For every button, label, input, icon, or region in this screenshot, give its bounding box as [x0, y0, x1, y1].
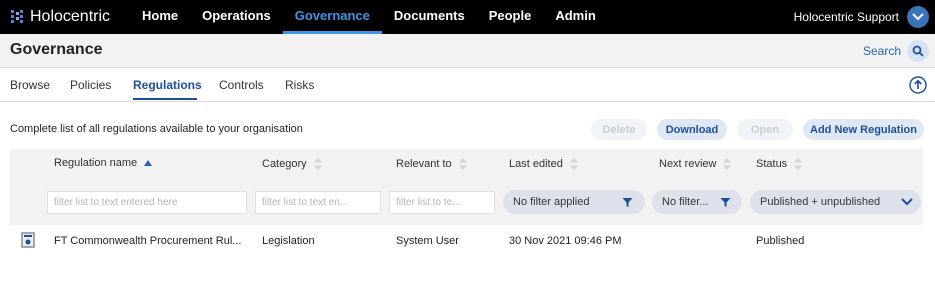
cell-relevant-to: System User — [396, 235, 459, 247]
search-link[interactable]: Search — [863, 44, 901, 58]
nav-admin[interactable]: Admin — [543, 0, 607, 34]
open-button[interactable]: Open — [737, 119, 793, 140]
download-button[interactable]: Download — [657, 119, 727, 140]
last-edited-filter[interactable]: No filter applied — [503, 190, 645, 214]
next-review-filter[interactable]: No filter... — [652, 190, 742, 214]
holocentric-logo-icon — [11, 10, 23, 23]
tab-controls[interactable]: Controls — [219, 78, 264, 92]
chevron-down-icon — [912, 13, 924, 21]
sort-ascending-icon — [144, 160, 153, 166]
column-header-last-edited[interactable]: Last edited — [509, 157, 579, 171]
category-filter-input[interactable]: filter list to text en... — [255, 191, 381, 214]
active-tab-indicator — [133, 98, 197, 100]
brand-name: Holocentric — [30, 8, 111, 25]
nav-governance[interactable]: Governance — [282, 0, 382, 34]
nav-home[interactable]: Home — [130, 0, 190, 34]
sort-icon — [458, 158, 467, 170]
column-label: Last edited — [509, 158, 563, 170]
column-header-next-review[interactable]: Next review — [659, 157, 732, 171]
filter-value: No filter applied — [513, 196, 590, 208]
list-description: Complete list of all regulations availab… — [10, 123, 303, 135]
cell-category: Legislation — [262, 235, 315, 247]
column-header-relevant-to[interactable]: Relevant to — [396, 157, 468, 171]
name-filter-input[interactable]: filter list to text entered here — [47, 191, 247, 214]
user-name: Holocentric Support — [793, 10, 899, 24]
column-label: Regulation name — [54, 157, 138, 169]
sort-icon — [313, 158, 322, 170]
regulation-document-icon — [21, 232, 35, 248]
chevron-down-icon — [901, 198, 913, 206]
filter-value: No filter... — [662, 196, 709, 208]
sort-icon — [794, 158, 803, 170]
nav-operations[interactable]: Operations — [190, 0, 283, 34]
column-label: Status — [756, 158, 788, 170]
user-menu-button[interactable] — [907, 6, 929, 28]
sort-icon — [723, 158, 732, 170]
column-header-regulation-name[interactable]: Regulation name — [54, 157, 153, 169]
tab-risks[interactable]: Risks — [285, 78, 314, 92]
filter-icon — [622, 198, 633, 207]
tab-regulations[interactable]: Regulations — [133, 78, 202, 92]
page-title: Governance — [10, 41, 103, 58]
relevant-to-filter-input[interactable]: filter list to te... — [389, 191, 495, 214]
nav-documents[interactable]: Documents — [382, 0, 477, 34]
upload-icon[interactable] — [909, 76, 927, 94]
filter-value: Published + unpublished — [760, 196, 881, 208]
delete-button[interactable]: Delete — [591, 119, 647, 140]
top-navigation-bar: Holocentric Home Operations Governance D… — [0, 0, 935, 34]
column-header-status[interactable]: Status — [756, 157, 803, 171]
page-header: Governance Search — [0, 34, 935, 68]
cell-status: Published — [756, 235, 805, 247]
column-label: Relevant to — [396, 158, 452, 170]
tab-browse[interactable]: Browse — [10, 78, 50, 92]
cell-last-edited: 30 Nov 2021 09:46 PM — [509, 235, 622, 247]
brand-logo[interactable]: Holocentric — [10, 7, 110, 27]
search-button[interactable] — [907, 40, 929, 62]
main-nav: Home Operations Governance Documents Peo… — [130, 0, 608, 34]
nav-people[interactable]: People — [477, 0, 544, 34]
column-label: Next review — [659, 158, 717, 170]
user-menu[interactable]: Holocentric Support — [794, 5, 929, 29]
search-icon — [912, 45, 924, 57]
filter-icon — [720, 198, 731, 207]
column-header-category[interactable]: Category — [262, 157, 323, 171]
table-row[interactable]: FT Commonwealth Procurement Rul... Legis… — [10, 225, 923, 255]
regulations-grid: Regulation name Category Relevant to Las… — [10, 149, 923, 278]
column-label: Category — [262, 158, 307, 170]
grid-header: Regulation name Category Relevant to Las… — [10, 149, 923, 225]
status-filter-select[interactable]: Published + unpublished — [750, 190, 921, 214]
add-new-regulation-button[interactable]: Add New Regulation — [803, 119, 924, 140]
cell-regulation-name[interactable]: FT Commonwealth Procurement Rul... — [54, 235, 241, 247]
section-tabs: Browse Policies Regulations Controls Ris… — [0, 68, 935, 102]
tab-policies[interactable]: Policies — [70, 78, 111, 92]
sort-icon — [569, 158, 578, 170]
